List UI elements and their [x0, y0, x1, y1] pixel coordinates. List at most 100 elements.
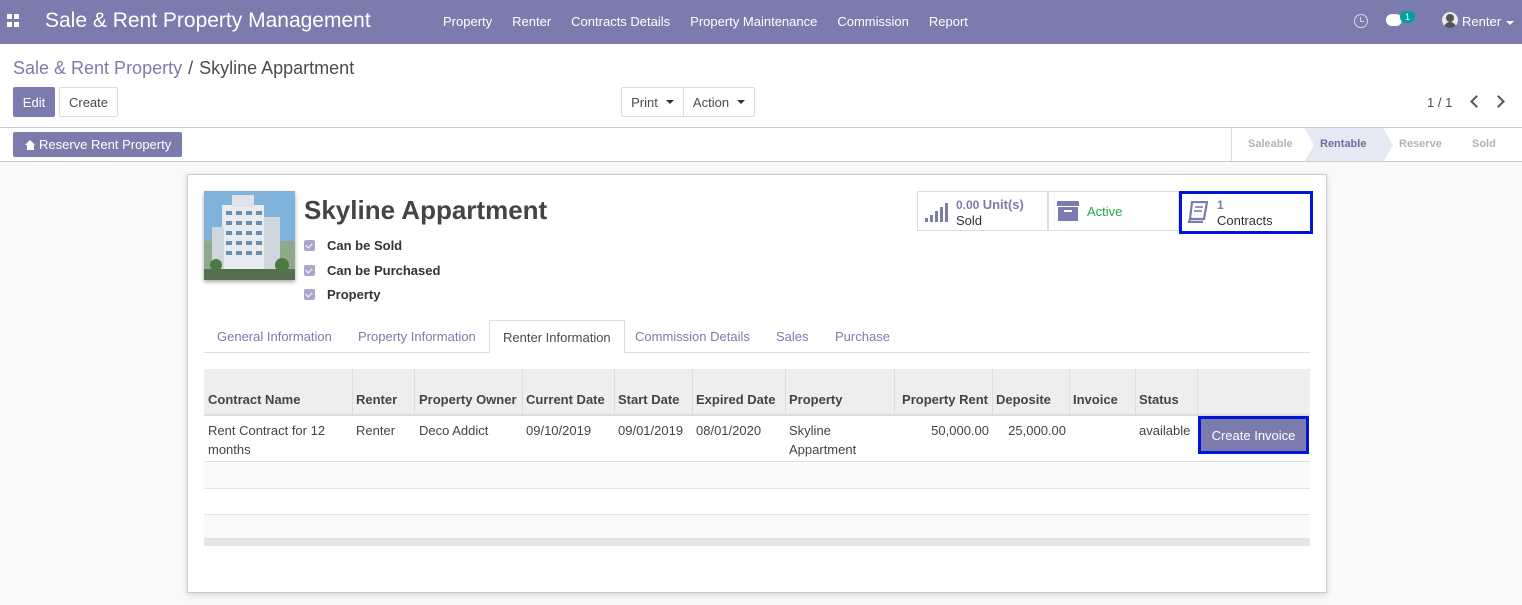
contracts-label: Contracts	[1217, 213, 1273, 228]
action-dropdown[interactable]: Action	[683, 87, 755, 117]
menu-property-maintenance[interactable]: Property Maintenance	[680, 0, 827, 44]
edit-button[interactable]: Edit	[13, 87, 55, 117]
stage-rentable[interactable]: Rentable	[1304, 128, 1393, 162]
top-navbar: Sale & Rent Property Management Property…	[0, 0, 1522, 44]
col-renter[interactable]: Renter	[352, 369, 415, 416]
control-panel: Sale & Rent Property / Skyline Appartment …	[0, 44, 1522, 128]
empty-row	[204, 463, 1310, 489]
reserve-label: Reserve Rent Property	[39, 137, 172, 152]
chevron-left-icon[interactable]	[1470, 95, 1483, 108]
checkbox-checked-icon[interactable]	[304, 240, 315, 251]
table-header: Contract Name Renter Property Owner Curr…	[204, 369, 1310, 416]
breadcrumb-separator: /	[188, 58, 194, 78]
col-expired-date[interactable]: Expired Date	[692, 369, 786, 416]
property-checkbox[interactable]: Property	[304, 287, 380, 302]
menu-property[interactable]: Property	[433, 0, 502, 44]
tab-property-information[interactable]: Property Information	[345, 320, 489, 353]
can-be-sold-checkbox[interactable]: Can be Sold	[304, 238, 402, 253]
cell-invoice	[1069, 416, 1136, 426]
user-avatar[interactable]	[1442, 12, 1458, 28]
main-menu: Property Renter Contracts Details Proper…	[433, 0, 978, 44]
stage-reserve[interactable]: Reserve	[1383, 128, 1466, 162]
sold-smart-button[interactable]: 0.00 Unit(s) Sold	[917, 191, 1048, 231]
active-label: Active	[1087, 204, 1123, 219]
check-label: Can be Purchased	[327, 263, 441, 278]
breadcrumb-parent[interactable]: Sale & Rent Property	[13, 58, 182, 78]
col-contract-name[interactable]: Contract Name	[204, 369, 353, 416]
menu-contracts-details[interactable]: Contracts Details	[561, 0, 680, 44]
col-deposite[interactable]: Deposite	[992, 369, 1070, 416]
check-label: Can be Sold	[327, 238, 403, 253]
checkbox-checked-icon[interactable]	[304, 265, 315, 276]
cell-contract-name: Rent Contract for 12 months	[208, 423, 326, 457]
active-toggle-button[interactable]: Active	[1048, 191, 1179, 231]
cell-deposite: 25,000.00	[1008, 423, 1066, 438]
table-row[interactable]: Rent Contract for 12 months Renter Deco …	[204, 416, 1310, 462]
archive-box-icon	[1057, 201, 1079, 221]
empty-row	[204, 489, 1310, 515]
form-sheet: Skyline Appartment Can be Sold Can be Pu…	[187, 174, 1327, 593]
stage-pipeline: Saleable Rentable Reserve Sold	[1231, 128, 1522, 162]
notebook-tabs: General Information Property Information…	[204, 320, 1310, 353]
col-property-rent[interactable]: Property Rent	[894, 369, 993, 416]
tab-purchase[interactable]: Purchase	[822, 320, 903, 353]
stage-label: Sold	[1472, 138, 1496, 150]
menu-renter[interactable]: Renter	[502, 0, 561, 44]
status-bar: Reserve Rent Property Saleable Rentable …	[0, 128, 1522, 162]
tab-commission-details[interactable]: Commission Details	[622, 320, 763, 353]
signal-bars-icon	[925, 203, 948, 222]
menu-report[interactable]: Report	[919, 0, 978, 44]
cell-current-date: 09/10/2019	[526, 423, 592, 438]
col-property[interactable]: Property	[785, 369, 895, 416]
stage-saleable[interactable]: Saleable	[1232, 128, 1314, 162]
property-title: Skyline Appartment	[304, 195, 548, 225]
col-property-owner[interactable]: Property Owner	[415, 369, 523, 416]
stage-label: Rentable	[1320, 138, 1367, 150]
print-label: Print	[631, 94, 658, 110]
contracts-count: 1	[1217, 198, 1224, 212]
cell-expired-date: 08/01/2020	[696, 423, 762, 438]
col-invoice[interactable]: Invoice	[1069, 369, 1136, 416]
activity-clock-icon[interactable]	[1354, 14, 1368, 28]
building-image	[204, 191, 295, 280]
create-button[interactable]: Create	[59, 87, 118, 117]
apps-grid-icon[interactable]	[7, 14, 20, 27]
col-current-date[interactable]: Current Date	[522, 369, 615, 416]
cell-property: Skyline Appartment	[789, 423, 857, 457]
breadcrumb-current: Skyline Appartment	[199, 58, 355, 78]
can-be-purchased-checkbox[interactable]: Can be Purchased	[304, 263, 440, 278]
contracts-smart-button[interactable]: 1 Contracts	[1179, 191, 1313, 234]
action-label: Action	[692, 94, 730, 110]
chevron-down-icon	[1506, 20, 1515, 25]
chat-count-badge: 1	[1400, 11, 1416, 23]
sold-label: Sold	[956, 213, 983, 228]
cell-status: available	[1139, 423, 1191, 438]
reserve-rent-property-button[interactable]: Reserve Rent Property	[13, 132, 182, 157]
tab-general-information[interactable]: General Information	[204, 320, 345, 353]
col-status[interactable]: Status	[1135, 369, 1198, 416]
cell-rent: 50,000.00	[931, 423, 989, 438]
cell-owner: Deco Addict	[419, 423, 489, 438]
breadcrumb: Sale & Rent Property / Skyline Appartment	[13, 58, 354, 79]
print-dropdown[interactable]: Print	[621, 87, 684, 117]
col-start-date[interactable]: Start Date	[614, 369, 693, 416]
chevron-down-icon	[665, 100, 674, 104]
create-invoice-button[interactable]: Create Invoice	[1198, 416, 1309, 454]
home-icon	[25, 139, 36, 150]
menu-commission[interactable]: Commission	[827, 0, 919, 44]
book-icon	[1187, 201, 1209, 223]
tab-renter-information[interactable]: Renter Information	[489, 320, 625, 353]
stage-label: Reserve	[1399, 138, 1442, 150]
cell-renter: Renter	[356, 423, 396, 438]
tab-sales[interactable]: Sales	[763, 320, 822, 353]
pager-value: 1 / 1	[1427, 95, 1453, 110]
user-name-label: Renter	[1462, 14, 1502, 29]
checkbox-checked-icon[interactable]	[304, 289, 315, 300]
empty-row	[204, 515, 1310, 539]
chevron-right-icon[interactable]	[1492, 95, 1505, 108]
user-menu[interactable]: Renter	[1462, 14, 1515, 29]
chevron-down-icon	[737, 100, 746, 104]
cell-start-date: 09/01/2019	[618, 423, 684, 438]
app-brand: Sale & Rent Property Management	[45, 9, 371, 32]
property-image[interactable]	[204, 191, 295, 280]
